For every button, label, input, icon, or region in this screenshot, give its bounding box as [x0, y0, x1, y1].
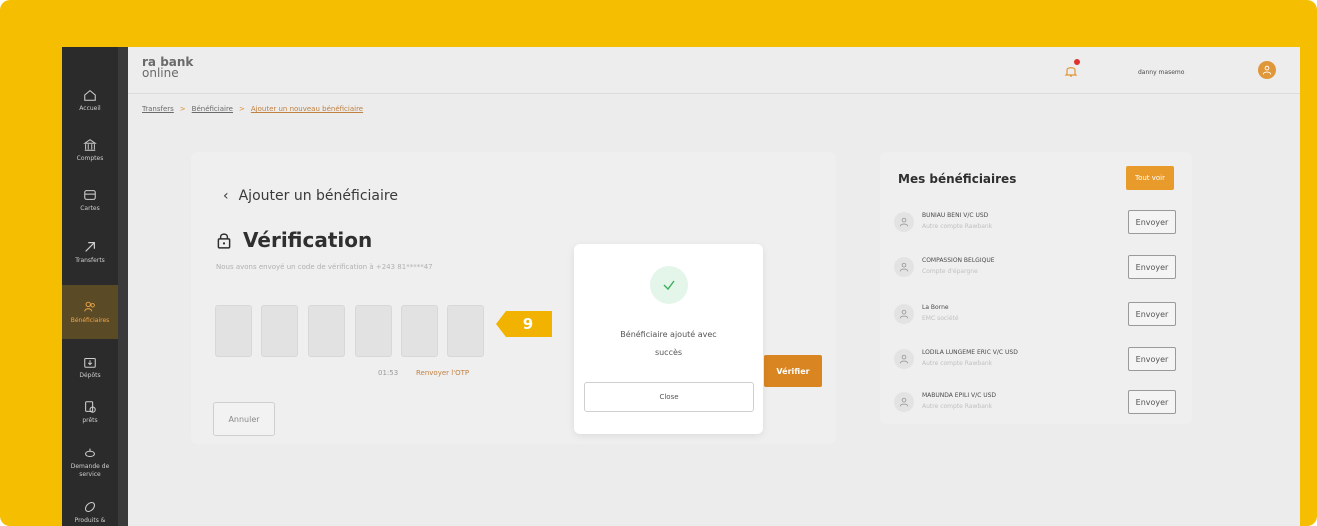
otp-input-3[interactable] [308, 305, 345, 357]
brand-logo[interactable]: ra bank online [142, 56, 193, 80]
send-button[interactable]: Envoyer [1128, 255, 1176, 279]
sidebar-item-comptes[interactable]: Comptes [62, 125, 118, 175]
chevron-left-icon: ‹ [223, 188, 229, 204]
otp-input-5[interactable] [401, 305, 438, 357]
sidebar-item-label: Accueil [79, 104, 101, 112]
sidebar-item-cartes[interactable]: Cartes [62, 175, 118, 225]
user-avatar[interactable] [1258, 61, 1276, 79]
step-number-badge: 9 [496, 311, 552, 337]
sidebar-item-transferts[interactable]: Transferts [62, 227, 118, 277]
list-item: MABUNDA EPILI V/C USD Autre compte Rawba… [894, 388, 1184, 424]
sidebar-item-label: Bénéficiaires [70, 316, 110, 324]
resend-otp-link[interactable]: Renvoyer l'OTP [416, 369, 469, 377]
sidebar-item-label: Dépôts [79, 371, 101, 379]
success-message-line-2: succès [654, 348, 683, 357]
beneficiaries-card: Mes bénéficiaires Tout voir BUNIAU BENI … [880, 152, 1192, 424]
user-name[interactable]: danny masemo [1138, 69, 1184, 76]
list-item: LODILA LUNGEME ERIC V/C USD Autre compte… [894, 345, 1184, 381]
cancel-button[interactable]: Annuler [213, 402, 275, 436]
product-icon [85, 501, 95, 512]
top-header: ra bank online danny masemo [128, 47, 1300, 94]
send-button[interactable]: Envoyer [1128, 302, 1176, 326]
sidebar-item-accueil[interactable]: Accueil [62, 75, 118, 125]
notification-dot [1074, 59, 1080, 65]
beneficiary-type: Autre compte Rawbank [922, 223, 993, 230]
beneficiary-type: Autre compte Rawbank [922, 403, 993, 410]
users-icon [84, 301, 95, 311]
send-button[interactable]: Envoyer [1128, 390, 1176, 414]
deposit-icon [84, 357, 96, 368]
success-message: Bénéficiaire ajouté avec succès [574, 326, 763, 362]
service-icon [85, 448, 95, 457]
sidebar-item-label: prêts [82, 416, 98, 424]
sidebar: Accueil Comptes Cartes Transferts Bénéfi… [62, 47, 118, 526]
otp-input-6[interactable] [447, 305, 484, 357]
outer-frame: Accueil Comptes Cartes Transferts Bénéfi… [0, 0, 1317, 526]
sidebar-item-label: Transferts [75, 256, 105, 264]
beneficiaries-title: Mes bénéficiaires [898, 172, 1017, 186]
verify-button[interactable]: Vérifier [764, 355, 822, 387]
home-icon [84, 89, 96, 101]
beneficiary-type: Autre compte Rawbank [922, 360, 993, 367]
title-text: Vérification [243, 228, 373, 252]
card-icon [84, 189, 96, 200]
chevron-right-icon: > [239, 105, 245, 113]
lock-icon [217, 233, 231, 249]
sidebar-item-produits[interactable]: Produits & [62, 487, 118, 526]
user-icon [894, 392, 914, 412]
sidebar-item-label: Produits & [74, 516, 106, 524]
chevron-right-icon: > [179, 105, 186, 113]
verification-subtitle: Nous avons envoyé un code de vérificatio… [216, 263, 433, 271]
user-icon [894, 349, 914, 369]
otp-input-1[interactable] [215, 305, 252, 357]
sidebar-item-label: Comptes [76, 154, 104, 162]
page-title: Vérification [215, 228, 372, 252]
sidebar-item-demande-service[interactable]: Demande de service [62, 437, 118, 487]
list-item: COMPASSION BELGIQUE Compte d'épargne Env… [894, 253, 1184, 289]
sidebar-item-label: Cartes [80, 204, 100, 212]
send-button[interactable]: Envoyer [1128, 347, 1176, 371]
send-button[interactable]: Envoyer [1128, 210, 1176, 234]
sidebar-item-label: Demande de service [70, 462, 110, 478]
beneficiary-type: EMC société [922, 315, 959, 322]
otp-input-4[interactable] [355, 305, 392, 357]
list-item: BUNIAU BENI V/C USD Autre compte Rawbank… [894, 208, 1184, 244]
beneficiary-name: BUNIAU BENI V/C USD [922, 212, 989, 219]
user-icon [894, 304, 914, 324]
sidebar-item-prets[interactable]: prêts [62, 387, 118, 437]
breadcrumb: Transfers > Bénéficiaire > Ajouter un nouvea… [142, 105, 363, 113]
user-icon [894, 257, 914, 277]
success-modal: Bénéficiaire ajouté avec succès Close [574, 244, 763, 434]
logo-line-2: online [142, 66, 179, 80]
back-link[interactable]: ‹ Ajouter un bénéficiaire [223, 188, 398, 204]
breadcrumb-current[interactable]: Ajouter un nouveau bénéficiaire [251, 105, 363, 113]
back-label: Ajouter un bénéficiaire [238, 188, 398, 204]
user-icon [1262, 65, 1272, 75]
bank-icon [83, 138, 97, 151]
beneficiary-name: COMPASSION BELGIQUE [922, 257, 995, 264]
transfer-arrow-icon [85, 241, 95, 252]
beneficiary-name: MABUNDA EPILI V/C USD [922, 392, 997, 399]
close-button[interactable]: Close [584, 382, 754, 412]
beneficiary-name: La Borne [922, 304, 949, 311]
success-message-line-1: Bénéficiaire ajouté avec [620, 330, 717, 339]
beneficiary-name: LODILA LUNGEME ERIC V/C USD [922, 349, 1018, 356]
breadcrumb-beneficiaire[interactable]: Bénéficiaire [192, 105, 233, 113]
loan-icon [85, 400, 96, 413]
sidebar-item-depots[interactable]: Dépôts [62, 342, 118, 392]
sidebar-item-beneficiaires[interactable]: Bénéficiaires [62, 285, 118, 339]
otp-input-2[interactable] [261, 305, 298, 357]
otp-timer: 01:53 [378, 369, 399, 377]
user-icon [894, 212, 914, 232]
list-item: La Borne EMC société Envoyer [894, 300, 1184, 336]
sidebar-divider [118, 47, 128, 526]
see-all-button[interactable]: Tout voir [1126, 166, 1174, 190]
beneficiary-type: Compte d'épargne [922, 268, 978, 275]
breadcrumb-transfers[interactable]: Transfers [142, 105, 174, 113]
bell-icon[interactable] [1063, 63, 1079, 79]
success-check-icon [650, 266, 688, 304]
